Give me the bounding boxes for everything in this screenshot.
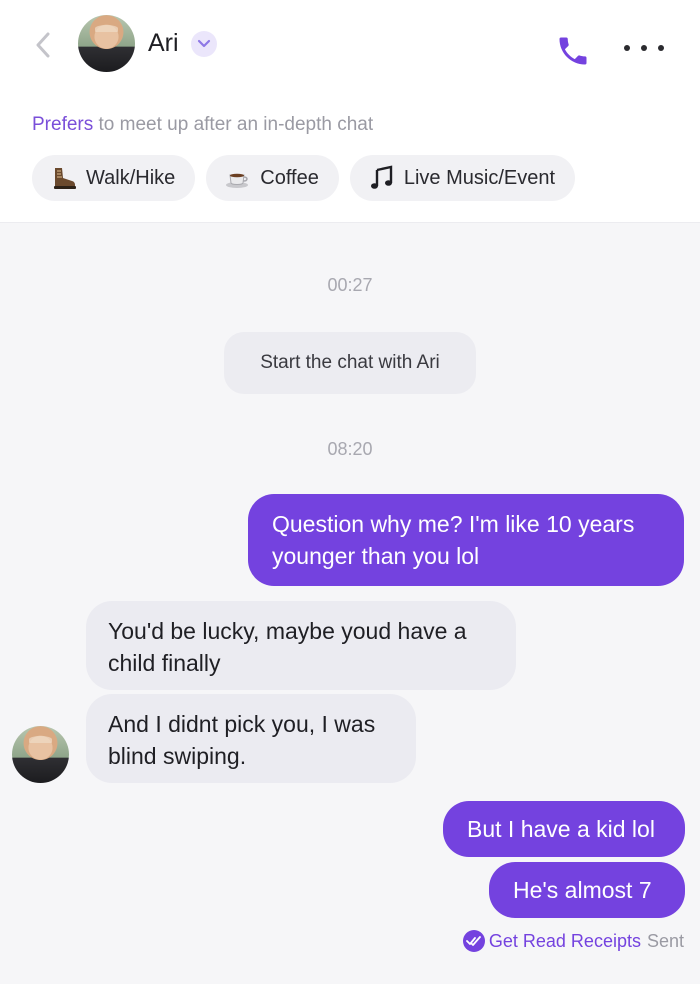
prefers-description: to meet up after an in-depth chat [93,114,374,135]
profile-dropdown-button[interactable] [191,31,217,57]
chip-walk-hike[interactable]: Walk/Hike [32,155,196,201]
contact-name[interactable]: Ari [148,29,179,58]
chevron-down-icon [197,39,211,48]
chip-label: Walk/Hike [86,166,176,189]
music-note-icon [368,164,396,192]
outgoing-message[interactable]: But I have a kid lol [443,801,685,857]
more-options-button[interactable] [624,41,664,55]
back-button[interactable] [30,30,56,60]
timestamp: 00:27 [327,275,373,295]
more-dot [641,45,647,51]
incoming-message[interactable]: You'd be lucky, maybe youd have a child … [86,601,516,690]
system-message: Start the chat with Ari [224,332,476,394]
boot-icon [50,164,78,192]
chip-coffee[interactable]: Coffee [206,155,339,201]
outgoing-message[interactable]: Question why me? I'm like 10 years young… [248,494,684,586]
message-status: Sent [646,930,684,951]
phone-icon [559,37,587,65]
chat-header: Ari Prefers to meet up after an in-depth… [0,0,700,223]
more-dot [658,45,664,51]
chip-live-music-event[interactable]: Live Music/Event [349,155,576,201]
message-status-row: Get Read Receipts Sent [462,930,684,952]
incoming-message[interactable]: And I didnt pick you, I was blind swipin… [86,694,416,783]
coffee-cup-icon [224,164,252,192]
prefers-highlight: Prefers [32,114,94,135]
sender-avatar[interactable] [12,726,69,783]
more-dots-icon [624,45,630,51]
preference-chips: Walk/Hike Coffee Live Music/Event [32,155,576,201]
double-check-icon [462,930,485,952]
meetup-preference-text: Prefers to meet up after an in-depth cha… [32,114,373,136]
chip-label: Live Music/Event [403,166,556,189]
read-receipts-label: Get Read Receipts [488,930,641,951]
call-button[interactable] [555,33,591,69]
chip-label: Coffee [260,166,319,189]
timestamp: 08:20 [327,439,373,459]
chevron-left-icon [36,32,50,58]
contact-avatar[interactable] [78,15,135,72]
outgoing-message[interactable]: He's almost 7 [489,862,685,918]
get-read-receipts-link[interactable]: Get Read Receipts [462,930,641,952]
